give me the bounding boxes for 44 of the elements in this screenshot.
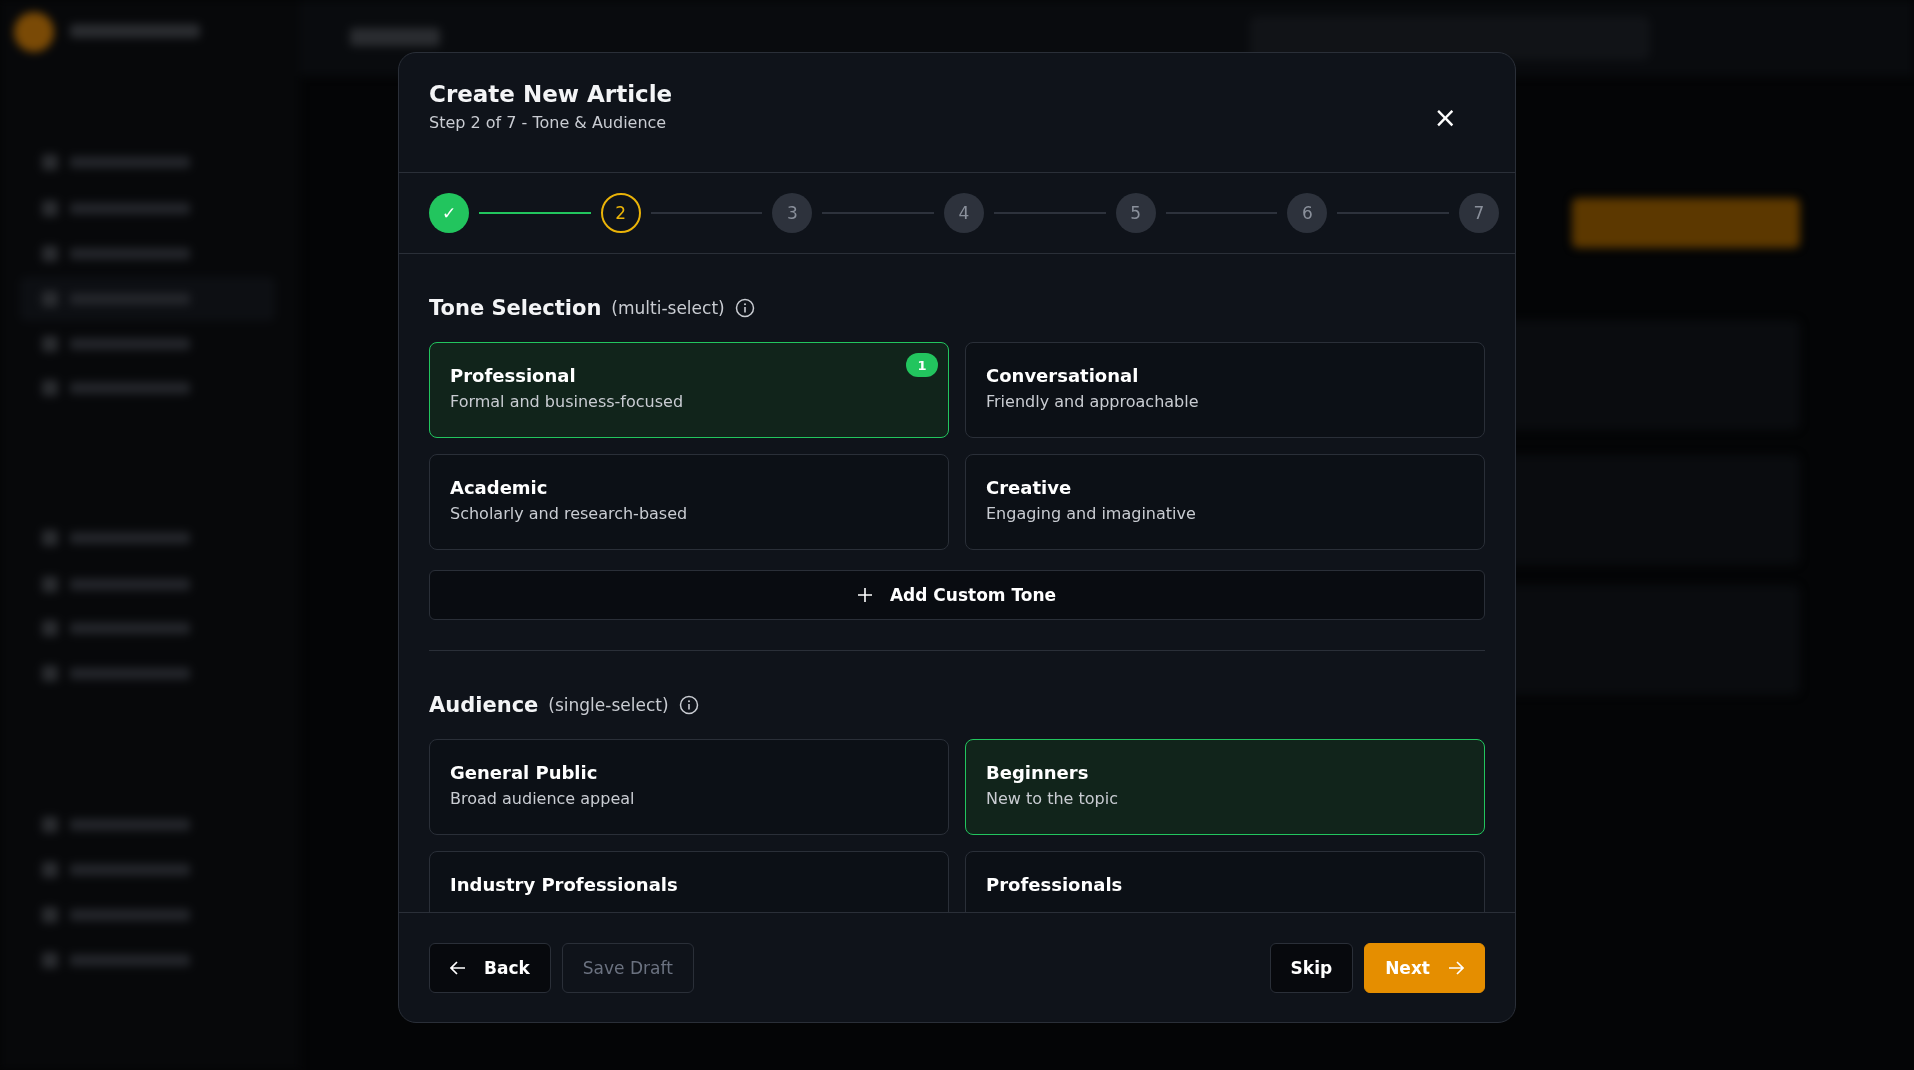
option-title: Academic bbox=[450, 477, 548, 498]
option-card[interactable]: Professional Formal and business-focused 1 bbox=[429, 342, 949, 438]
option-title: Creative bbox=[986, 477, 1072, 498]
back-button[interactable]: Back bbox=[429, 942, 551, 993]
option-description: Friendly and approachable bbox=[986, 392, 1199, 411]
option-description: Engaging and imaginative bbox=[986, 504, 1196, 523]
dialog-subtitle: Step 2 of 7 - Tone & Audience bbox=[429, 113, 667, 132]
info-icon bbox=[678, 695, 699, 715]
order-badge: 1 bbox=[906, 353, 938, 377]
step-indicator[interactable]: 7 bbox=[1459, 193, 1500, 233]
step-indicator[interactable]: 2 bbox=[600, 193, 641, 233]
step-indicator[interactable]: 3 bbox=[772, 193, 813, 233]
option-title: Professionals bbox=[986, 874, 1123, 895]
section-hint: (multi-select) bbox=[611, 298, 725, 318]
section-hint: (single-select) bbox=[548, 695, 669, 715]
arrow-left-icon bbox=[450, 960, 466, 975]
option-card[interactable]: General Public Broad audience appeal bbox=[429, 739, 949, 835]
step-indicator[interactable]: 4 bbox=[944, 193, 984, 233]
option-description: Scholarly and research-based bbox=[450, 504, 688, 523]
option-title: Industry Professionals bbox=[450, 874, 678, 895]
close-button[interactable]: × bbox=[1425, 99, 1465, 135]
option-description: Formal and business-focused bbox=[450, 392, 684, 411]
option-title: General Public bbox=[450, 762, 598, 783]
option-card[interactable]: Professionals bbox=[965, 851, 1485, 912]
option-title: Professional bbox=[450, 365, 576, 386]
option-card[interactable]: Beginners New to the topic bbox=[965, 739, 1485, 835]
arrow-right-icon bbox=[1448, 960, 1464, 975]
option-card[interactable]: Creative Engaging and imaginative bbox=[965, 454, 1485, 550]
option-card[interactable]: Industry Professionals bbox=[429, 851, 949, 912]
option-title: Conversational bbox=[986, 365, 1139, 386]
dialog-title: Create New Article bbox=[429, 81, 673, 107]
option-card[interactable]: Conversational Friendly and approachable bbox=[965, 342, 1485, 438]
info-icon bbox=[734, 298, 755, 318]
option-title: Beginners bbox=[986, 762, 1089, 783]
option-description: New to the topic bbox=[986, 789, 1118, 808]
step-indicator[interactable]: 6 bbox=[1287, 193, 1328, 233]
step-indicator[interactable]: 5 bbox=[1115, 193, 1156, 233]
add-custom-tone-button[interactable]: Add Custom Tone bbox=[429, 570, 1485, 620]
section-title: Tone Selection bbox=[429, 296, 602, 320]
option-card[interactable]: Academic Scholarly and research-based bbox=[429, 454, 949, 550]
plus-icon bbox=[857, 588, 872, 602]
skip-button[interactable]: Skip bbox=[1269, 942, 1354, 993]
option-description: Broad audience appeal bbox=[450, 789, 635, 808]
section-title: Audience bbox=[429, 693, 539, 717]
